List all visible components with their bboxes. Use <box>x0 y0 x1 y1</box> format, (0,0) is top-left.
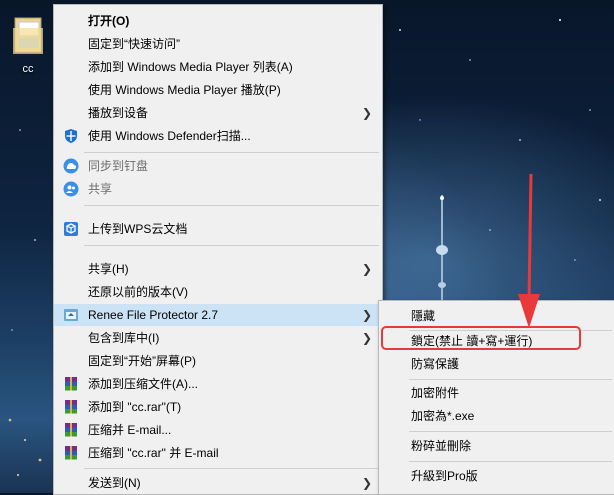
context-menu: 打开(O) 固定到“快速访问” 添加到 Windows Media Player… <box>53 4 383 495</box>
menu-item-share[interactable]: 共享(H) ❯ <box>54 258 382 280</box>
winrar-icon <box>65 446 77 460</box>
winrar-icon <box>65 377 77 391</box>
annotation-highlight-box <box>381 326 581 350</box>
chevron-right-icon: ❯ <box>361 308 372 322</box>
share-people-icon <box>63 181 79 197</box>
winrar-icon <box>65 400 77 414</box>
menu-item-defender-scan[interactable]: 使用 Windows Defender扫描... <box>54 125 382 147</box>
menu-separator <box>409 379 612 380</box>
menu-item-pin-start[interactable]: 固定到“开始”屏幕(P) <box>54 350 382 372</box>
menu-separator <box>84 468 379 469</box>
renee-file-protector-icon <box>64 309 78 321</box>
folder-icon <box>13 17 43 54</box>
menu-item-add-wmp-list[interactable]: 添加到 Windows Media Player 列表(A) <box>54 56 382 78</box>
menu-item-include-library[interactable]: 包含到库中(I) ❯ <box>54 327 382 349</box>
menu-item-play-to-device[interactable]: 播放到设备 ❯ <box>54 102 382 124</box>
menu-item-open[interactable]: 打开(O) <box>54 10 382 32</box>
submenu-item-write-protect[interactable]: 防寫保護 <box>379 353 614 375</box>
menu-item-send-to[interactable]: 发送到(N) ❯ <box>54 472 382 494</box>
menu-item-restore-versions[interactable]: 还原以前的版本(V) <box>54 281 382 303</box>
menu-item-share-people[interactable]: 共享 <box>54 178 382 200</box>
desktop-icon-label: cc <box>22 63 34 75</box>
menu-separator <box>84 205 379 206</box>
annotation-arrow-icon <box>518 173 540 328</box>
chevron-right-icon: ❯ <box>361 262 372 276</box>
submenu-item-hide[interactable]: 隱藏 <box>379 305 614 327</box>
desktop-folder-cc[interactable]: cc <box>6 14 50 75</box>
chevron-right-icon: ❯ <box>361 476 372 490</box>
menu-item-upload-wps[interactable]: 上传到WPS云文档 <box>54 218 382 240</box>
menu-separator <box>409 461 612 462</box>
menu-item-compress-cc-rar-email[interactable]: 压缩到 "cc.rar" 并 E-mail <box>54 442 382 464</box>
menu-item-add-archive[interactable]: 添加到压缩文件(A)... <box>54 373 382 395</box>
wps-cloud-icon <box>64 222 78 236</box>
submenu-item-encrypt-exe[interactable]: 加密為*.exe <box>379 405 614 427</box>
menu-separator <box>409 431 612 432</box>
chevron-right-icon: ❯ <box>361 331 372 345</box>
menu-item-add-cc-rar[interactable]: 添加到 "cc.rar"(T) <box>54 396 382 418</box>
menu-separator <box>84 152 379 153</box>
dingpan-sync-icon <box>63 158 79 174</box>
menu-item-pin-quick-access[interactable]: 固定到“快速访问” <box>54 33 382 55</box>
winrar-icon <box>65 423 77 437</box>
chevron-right-icon: ❯ <box>361 106 372 120</box>
submenu-item-upgrade-pro[interactable]: 升級到Pro版 <box>379 465 614 487</box>
menu-item-play-wmp[interactable]: 使用 Windows Media Player 播放(P) <box>54 79 382 101</box>
windows-defender-icon <box>65 129 77 143</box>
menu-separator <box>84 245 379 246</box>
menu-item-renee-file-protector[interactable]: Renee File Protector 2.7 ❯ <box>54 304 382 326</box>
menu-item-sync-dingpan[interactable]: 同步到钉盘 <box>54 155 382 177</box>
submenu-item-encrypt-attachment[interactable]: 加密附件 <box>379 382 614 404</box>
submenu-item-shred-delete[interactable]: 粉碎並刪除 <box>379 435 614 457</box>
menu-item-compress-email[interactable]: 压缩并 E-mail... <box>54 419 382 441</box>
